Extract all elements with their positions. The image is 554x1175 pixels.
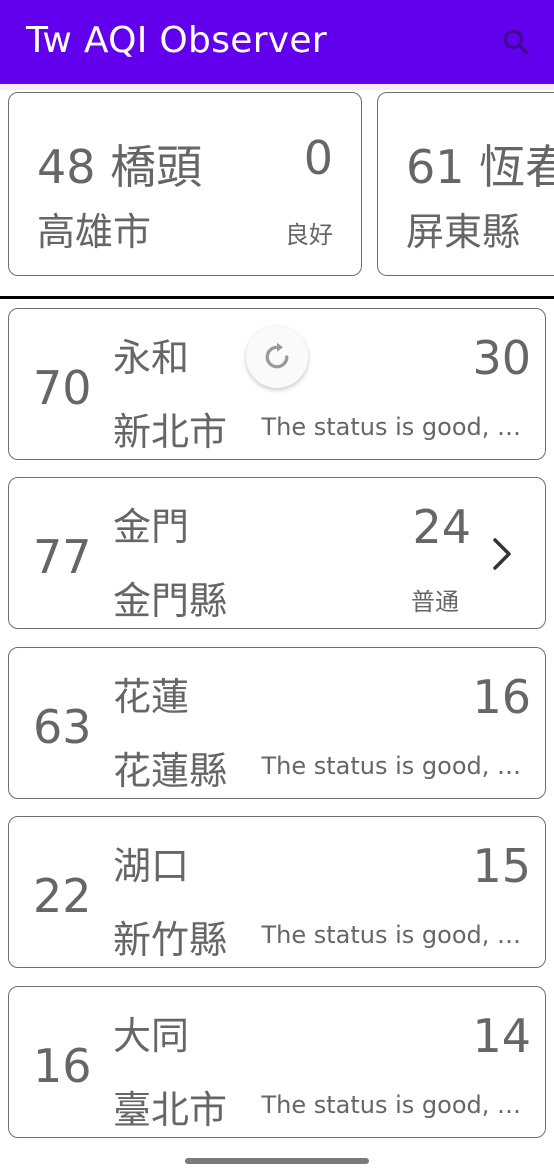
list-item-status: 普通 bbox=[411, 588, 459, 616]
list-item-pm: 30 bbox=[472, 331, 531, 385]
section-divider bbox=[0, 296, 554, 299]
gesture-nav-handle[interactable] bbox=[185, 1158, 369, 1164]
pull-to-refresh-indicator bbox=[246, 326, 308, 388]
refresh-icon bbox=[265, 342, 289, 369]
list-item-status: The status is good, … bbox=[261, 413, 521, 441]
app-screen: Tw AQI Observer 48 橋頭 0 高雄市 良好 61 恆春 屏東縣… bbox=[0, 0, 554, 1175]
list-item-status: The status is good, … bbox=[261, 752, 521, 780]
list-item-county: 新北市 bbox=[113, 410, 228, 454]
top-card-carousel[interactable]: 48 橋頭 0 高雄市 良好 61 恆春 屏東縣 bbox=[0, 92, 554, 278]
list-item-site: 金門 bbox=[113, 505, 190, 549]
list-item-aqi: 63 bbox=[33, 700, 92, 754]
list-item-status: The status is good, … bbox=[261, 1091, 521, 1119]
list-item-aqi: 70 bbox=[33, 361, 92, 415]
list-item[interactable]: 63 花蓮 花蓮縣 16 The status is good, … bbox=[8, 647, 546, 799]
search-icon bbox=[503, 29, 529, 55]
list-item[interactable]: 16 大同 臺北市 14 The status is good, … bbox=[8, 986, 546, 1138]
top-card-county: 高雄市 bbox=[37, 210, 152, 254]
app-bar: Tw AQI Observer bbox=[0, 0, 554, 84]
list-item-county: 花蓮縣 bbox=[113, 749, 228, 793]
list-item-site: 花蓮 bbox=[113, 675, 190, 719]
list-item-county: 金門縣 bbox=[113, 579, 228, 623]
list-item-site: 永和 bbox=[113, 336, 190, 380]
list-item-pm: 24 bbox=[412, 500, 471, 554]
list-item-pm: 15 bbox=[472, 839, 531, 893]
top-card-status: 良好 bbox=[285, 221, 333, 249]
top-card[interactable]: 48 橋頭 0 高雄市 良好 bbox=[8, 92, 362, 276]
list-item-status: The status is good, … bbox=[261, 921, 521, 949]
list-item[interactable]: 22 湖口 新竹縣 15 The status is good, … bbox=[8, 816, 546, 968]
search-button[interactable] bbox=[500, 26, 532, 58]
list-item-pm: 16 bbox=[472, 670, 531, 724]
list-item-aqi: 77 bbox=[33, 530, 92, 584]
list-item-aqi: 22 bbox=[33, 869, 92, 923]
top-card-pm: 0 bbox=[303, 131, 333, 185]
list-item-aqi: 16 bbox=[33, 1039, 92, 1093]
top-card-aqi-site: 61 恆春 bbox=[406, 140, 554, 194]
list-item-pm: 14 bbox=[472, 1009, 531, 1063]
top-card[interactable]: 61 恆春 屏東縣 bbox=[377, 92, 554, 276]
top-card-county: 屏東縣 bbox=[406, 210, 521, 254]
chevron-right-icon[interactable] bbox=[489, 536, 515, 572]
list-item-site: 大同 bbox=[113, 1014, 190, 1058]
top-card-aqi-site: 48 橋頭 bbox=[37, 140, 203, 194]
list-item-county: 臺北市 bbox=[113, 1088, 228, 1132]
app-title: Tw AQI Observer bbox=[26, 20, 327, 61]
list-item[interactable]: 77 金門 金門縣 24 普通 bbox=[8, 477, 546, 629]
app-bar-shadow bbox=[0, 84, 554, 90]
list-item-site: 湖口 bbox=[113, 844, 190, 888]
list-item-county: 新竹縣 bbox=[113, 918, 228, 962]
